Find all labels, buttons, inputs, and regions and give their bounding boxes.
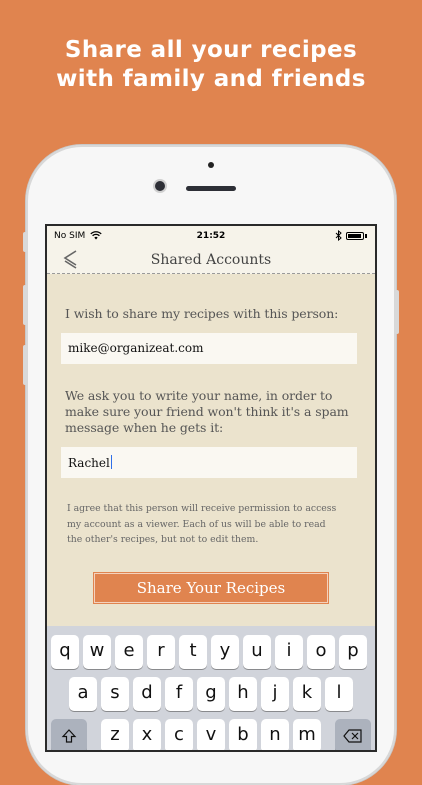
nav-divider <box>47 273 375 274</box>
key-m[interactable]: m <box>293 719 321 750</box>
key-f[interactable]: f <box>165 677 193 711</box>
key-p[interactable]: p <box>339 635 367 669</box>
mute-switch <box>23 232 27 252</box>
key-a[interactable]: a <box>69 677 97 711</box>
app-screen: No SIM 21:52 Shared Accounts I wish to s… <box>47 226 375 750</box>
email-field-value: mike@organizeat.com <box>68 341 204 355</box>
key-s[interactable]: s <box>101 677 129 711</box>
share-recipes-button-label: Share Your Recipes <box>136 579 286 597</box>
proximity-sensor <box>208 162 214 168</box>
key-q[interactable]: q <box>51 635 79 669</box>
promo-headline: Share all your recipes with family and f… <box>0 36 422 94</box>
volume-down-button <box>23 345 27 385</box>
key-u[interactable]: u <box>243 635 271 669</box>
key-k[interactable]: k <box>293 677 321 711</box>
earpiece-speaker <box>186 186 236 191</box>
key-t[interactable]: t <box>179 635 207 669</box>
status-bar: No SIM 21:52 <box>47 226 375 246</box>
key-v[interactable]: v <box>197 719 225 750</box>
key-z[interactable]: z <box>101 719 129 750</box>
key-r[interactable]: r <box>147 635 175 669</box>
key-c[interactable]: c <box>165 719 193 750</box>
key-o[interactable]: o <box>307 635 335 669</box>
bluetooth-icon <box>335 230 342 241</box>
page-title: Shared Accounts <box>150 252 272 268</box>
name-explanation-line: message when he gets it: <box>65 420 224 435</box>
key-d[interactable]: d <box>133 677 161 711</box>
backspace-icon <box>343 729 362 743</box>
on-screen-keyboard: q w e r t y u i o p a s d f g h j k l z … <box>47 626 375 750</box>
key-l[interactable]: l <box>325 677 353 711</box>
status-time: 21:52 <box>196 231 226 241</box>
key-j[interactable]: j <box>261 677 289 711</box>
agreement-line: my account as a viewer. Each of us will … <box>67 518 326 530</box>
key-b[interactable]: b <box>229 719 257 750</box>
name-explanation: We ask you to write your name, in order … <box>65 388 361 436</box>
key-w[interactable]: w <box>83 635 111 669</box>
shift-key[interactable] <box>51 719 87 750</box>
name-field-value: Rachel <box>68 456 110 470</box>
text-cursor <box>110 455 113 469</box>
volume-up-button <box>23 285 27 325</box>
name-explanation-line: make sure your friend won't think it's a… <box>65 404 349 419</box>
battery-tip <box>365 234 367 238</box>
key-i[interactable]: i <box>275 635 303 669</box>
nav-bar: Shared Accounts <box>47 246 375 274</box>
agreement-text: I agree that this person will receive pe… <box>67 501 357 548</box>
shift-icon <box>61 729 77 743</box>
key-y[interactable]: y <box>211 635 239 669</box>
delete-key[interactable] <box>335 719 371 750</box>
power-button <box>395 290 399 334</box>
agreement-line: I agree that this person will receive pe… <box>67 503 337 514</box>
name-explanation-line: We ask you to write your name, in order … <box>65 388 333 403</box>
promo-headline-line-2: with family and friends <box>56 66 366 92</box>
share-recipes-button[interactable]: Share Your Recipes <box>93 572 329 604</box>
name-field[interactable]: Rachel <box>61 447 357 478</box>
key-x[interactable]: x <box>133 719 161 750</box>
battery-icon <box>346 232 364 240</box>
key-e[interactable]: e <box>115 635 143 669</box>
email-label: I wish to share my recipes with this per… <box>65 306 339 321</box>
key-n[interactable]: n <box>261 719 289 750</box>
email-field[interactable]: mike@organizeat.com <box>61 333 357 364</box>
key-g[interactable]: g <box>197 677 225 711</box>
key-h[interactable]: h <box>229 677 257 711</box>
promo-headline-line-1: Share all your recipes <box>64 37 358 63</box>
front-camera <box>155 181 165 191</box>
agreement-line: the other's recipes, but not to edit the… <box>67 534 259 545</box>
